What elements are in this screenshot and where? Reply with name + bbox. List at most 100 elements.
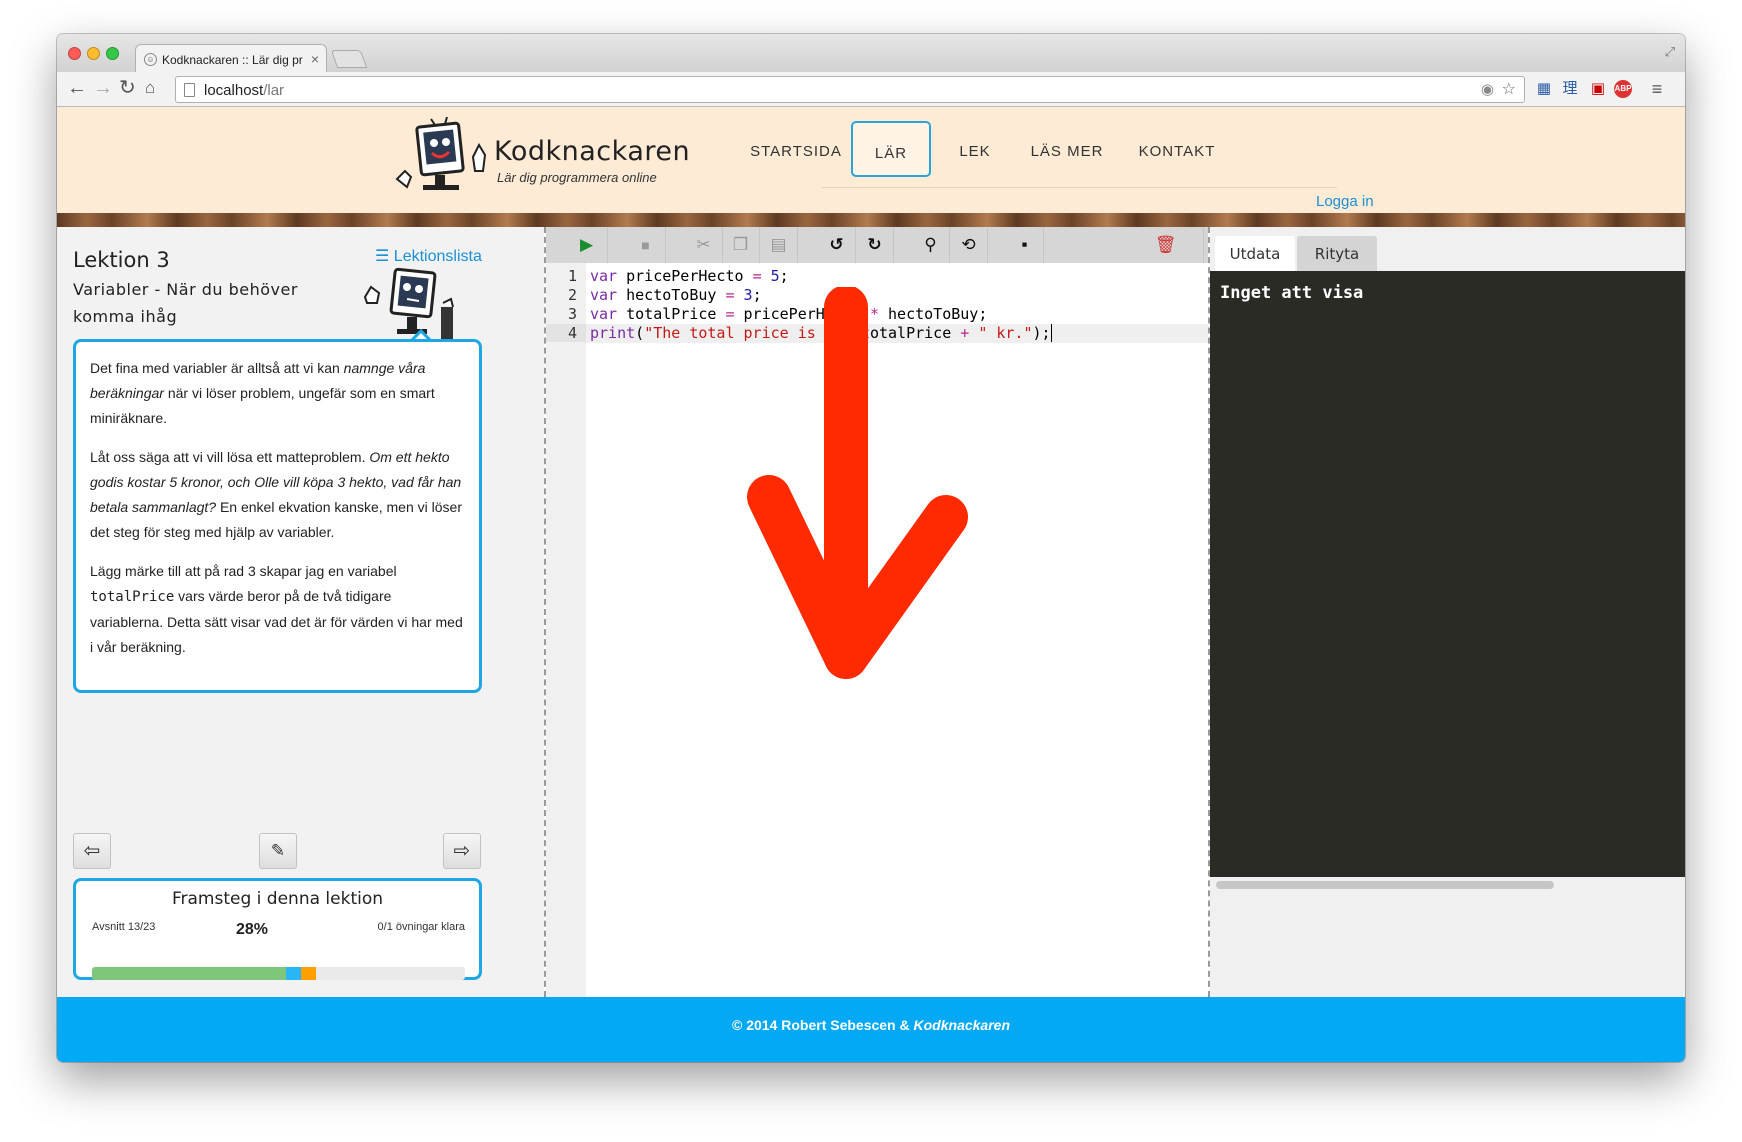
- footer-brand[interactable]: Kodknackaren: [914, 1017, 1010, 1033]
- home-icon[interactable]: ⌂: [145, 77, 155, 99]
- progress-percent: 28%: [236, 921, 269, 938]
- browser-tab[interactable]: ☺ Kodknackaren :: Lär dig pr ×: [135, 44, 327, 72]
- minimize-window-button[interactable]: [87, 47, 100, 60]
- output-console: Inget att visa: [1210, 271, 1685, 877]
- close-tab-icon[interactable]: ×: [311, 51, 319, 67]
- lesson-list-label: Lektionslista: [393, 248, 482, 265]
- replace-icon: ⟲: [961, 235, 976, 254]
- paste-icon: ▤: [770, 235, 787, 254]
- line-number: 2: [567, 286, 577, 304]
- inline-code: totalPrice: [90, 589, 175, 605]
- close-window-button[interactable]: [68, 47, 81, 60]
- lesson-subtitle: Variabler - När du behöver komma ihåg: [73, 280, 298, 326]
- url-path: /lar: [263, 82, 285, 99]
- edit-button[interactable]: ✎: [259, 833, 297, 869]
- previous-step-button[interactable]: ⇦: [73, 833, 111, 869]
- progress-exercises: 0/1 övningar klara: [377, 921, 465, 933]
- back-icon[interactable]: ←: [67, 77, 87, 99]
- paste-button[interactable]: ▤: [760, 227, 798, 263]
- forward-icon[interactable]: →: [93, 77, 113, 99]
- browser-window: ☺ Kodknackaren :: Lär dig pr × ⤢ ← → ↻ ⌂…: [57, 34, 1685, 1062]
- search-button[interactable]: ⚲: [912, 227, 950, 263]
- lesson-list-link[interactable]: ☰ Lektionslista: [375, 246, 482, 266]
- line-number: 4: [546, 324, 586, 342]
- nav-lar[interactable]: LÄR: [851, 121, 931, 177]
- nav-lek[interactable]: LEK: [945, 121, 1005, 177]
- lesson-text-box: Det fina med variabler är alltså att vi …: [73, 339, 482, 693]
- redo-icon: ↻: [867, 235, 882, 254]
- url-host: localhost: [204, 82, 264, 99]
- site-header: Kodknackaren Lär dig programmera online …: [57, 107, 1685, 227]
- dictionary-extension-icon[interactable]: 理: [1560, 79, 1580, 99]
- code-line-2[interactable]: var hectoToBuy = 3;: [590, 286, 762, 304]
- address-bar[interactable]: localhost/lar ◉ ☆: [175, 76, 1525, 103]
- footer-copyright: © 2014 Robert Sebescen &: [732, 1017, 914, 1033]
- line-gutter: 1 2 3 4: [546, 263, 586, 997]
- page-icon: [184, 83, 195, 97]
- next-step-button[interactable]: ⇨: [443, 833, 481, 869]
- nav-kontakt[interactable]: KONTAKT: [1127, 121, 1227, 177]
- fullscreen-icon[interactable]: ⤢: [1665, 44, 1675, 60]
- tab-bar: ☺ Kodknackaren :: Lär dig pr × ⤢: [57, 34, 1685, 72]
- stop-button[interactable]: ■: [626, 227, 666, 263]
- save-icon: ▪: [1021, 235, 1028, 254]
- favicon-icon: ☺: [144, 53, 157, 66]
- clear-button[interactable]: 🗑: [1128, 227, 1204, 263]
- nav-startsida[interactable]: STARTSIDA: [745, 121, 847, 177]
- lesson-title: Lektion 3: [73, 248, 170, 272]
- logo-title[interactable]: Kodknackaren: [494, 136, 690, 167]
- lesson-paragraph-3: Lägg märke till att på rad 3 skapar jag …: [90, 559, 465, 660]
- page-viewport: Kodknackaren Lär dig programmera online …: [57, 107, 1685, 1062]
- reload-icon[interactable]: ↻: [119, 77, 136, 99]
- new-tab-button[interactable]: [330, 50, 368, 68]
- browser-toolbar: ← → ↻ ⌂ localhost/lar ◉ ☆ ▦ 理 ▣ ABP ≡: [57, 72, 1685, 107]
- output-scrollbar[interactable]: [1216, 881, 1554, 889]
- progress-box: Framsteg i denna lektion Avsnitt 13/23 2…: [73, 878, 482, 980]
- login-link[interactable]: Logga in: [1316, 193, 1374, 210]
- tab-title: Kodknackaren :: Lär dig pr: [162, 53, 303, 67]
- edit-icon: ✎: [270, 841, 286, 860]
- trash-icon: 🗑: [1154, 235, 1177, 254]
- adblock-icon[interactable]: ABP: [1614, 80, 1632, 98]
- search-icon: ⚲: [924, 235, 937, 254]
- run-button[interactable]: ▶: [566, 227, 608, 263]
- text: Det fina med variabler är alltså att vi …: [90, 360, 344, 376]
- copy-button[interactable]: ❐: [722, 227, 760, 263]
- nav-las-mer[interactable]: LÄS MER: [1017, 121, 1117, 177]
- progress-exercise-segment: [300, 967, 316, 980]
- rss-extension-icon[interactable]: ▦: [1534, 79, 1554, 99]
- tab-utdata[interactable]: Utdata: [1215, 236, 1295, 273]
- text: Lägg märke till att på rad 3 skapar jag …: [90, 563, 397, 579]
- tab-rityta[interactable]: Rityta: [1297, 236, 1377, 273]
- progress-done-segment: [92, 967, 286, 980]
- lesson-paragraph-1: Det fina med variabler är alltså att vi …: [90, 356, 465, 431]
- bookmark-star-icon[interactable]: ☆: [1502, 79, 1516, 99]
- replace-button[interactable]: ⟲: [950, 227, 988, 263]
- cut-button[interactable]: ✂: [685, 227, 723, 263]
- redo-button[interactable]: ↻: [856, 227, 894, 263]
- addon-extension-icon[interactable]: ▣: [1588, 79, 1608, 99]
- red-arrow-annotation: [747, 287, 968, 679]
- progress-bar: [92, 967, 465, 980]
- editor-toolbar: ▶ ■ ✂ ❐ ▤ ↺ ↻ ⚲ ⟲ ▪ 🗑: [546, 227, 1208, 263]
- menu-icon[interactable]: ≡: [1647, 79, 1667, 99]
- line-number: 3: [567, 305, 577, 323]
- lesson-paragraph-2: Låt oss säga att vi vill lösa ett mattep…: [90, 445, 465, 545]
- output-text: Inget att visa: [1220, 283, 1364, 303]
- zoom-window-button[interactable]: [106, 47, 119, 60]
- undo-icon: ↺: [829, 235, 844, 254]
- save-button[interactable]: ▪: [1006, 227, 1044, 263]
- logo-mascot-icon[interactable]: [387, 117, 497, 201]
- arrow-left-icon: ⇦: [83, 840, 101, 862]
- stop-icon: ■: [641, 237, 650, 253]
- text: Låt oss säga att vi vill lösa ett mattep…: [90, 449, 370, 465]
- wood-banner: [57, 213, 1685, 227]
- reddit-icon[interactable]: ◉: [1481, 80, 1494, 98]
- code-line-1[interactable]: var pricePerHecto = 5;: [590, 267, 789, 285]
- line-number: 1: [567, 267, 577, 285]
- output-panel: Utdata Rityta Inget att visa: [1210, 227, 1685, 997]
- undo-button[interactable]: ↺: [818, 227, 856, 263]
- arrow-right-icon: ⇨: [453, 840, 471, 862]
- cut-icon: ✂: [696, 235, 711, 254]
- site-footer: © 2014 Robert Sebescen & Kodknackaren: [57, 997, 1685, 1062]
